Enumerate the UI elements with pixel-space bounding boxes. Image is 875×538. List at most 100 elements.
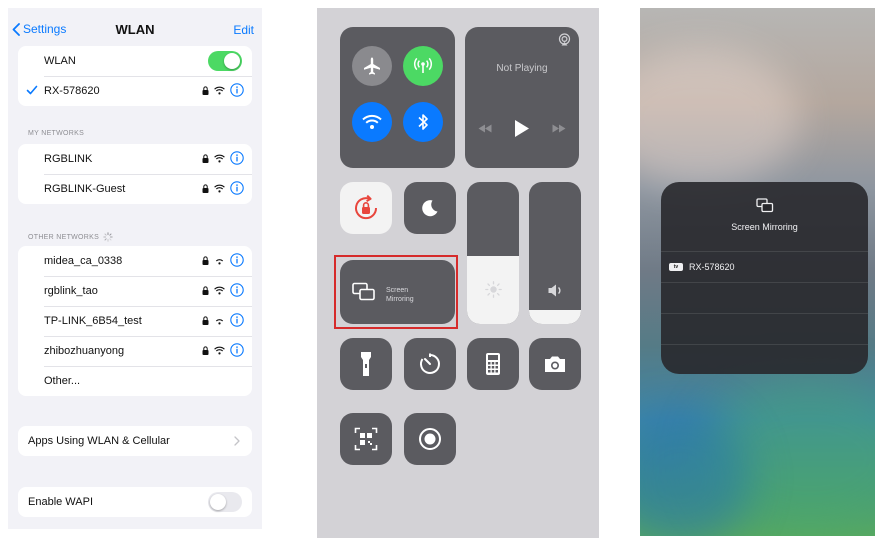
lock-icon xyxy=(202,255,209,265)
apps-using-wlan-row[interactable]: Apps Using WLAN & Cellular xyxy=(18,426,252,456)
airplay-audio-icon[interactable] xyxy=(558,33,571,46)
screen-mirroring-highlight-box xyxy=(334,255,458,329)
back-button[interactable]: Settings xyxy=(12,22,66,36)
calculator-button[interactable] xyxy=(467,338,519,390)
network-row[interactable]: TP-LINK_6B54_test xyxy=(18,306,252,336)
screen-mirroring-dialog: Screen Mirroring tv RX-578620 xyxy=(661,182,868,374)
wifi-icon xyxy=(214,286,225,294)
brightness-slider[interactable] xyxy=(467,182,519,324)
network-icons xyxy=(202,313,244,327)
device-row-rx-578620[interactable]: tv RX-578620 xyxy=(661,252,868,282)
apple-tv-icon: tv xyxy=(669,263,683,271)
divider xyxy=(661,344,868,345)
other-networks-group: midea_ca_0338 rgblink_tao TP-LINK_6B54_t… xyxy=(18,246,252,396)
wifi-icon xyxy=(214,184,225,192)
network-row[interactable]: RGBLINK-Guest xyxy=(18,174,252,204)
info-icon[interactable] xyxy=(230,181,244,195)
info-icon[interactable] xyxy=(230,151,244,165)
flashlight-button[interactable] xyxy=(340,338,392,390)
edit-button[interactable]: Edit xyxy=(233,23,254,37)
wlan-settings-screen: Settings WLAN Edit WLAN RX-578620 MY NET… xyxy=(8,8,262,529)
toggle-knob xyxy=(224,53,240,69)
network-row[interactable]: zhibozhuanyong xyxy=(18,336,252,366)
network-icons xyxy=(202,343,244,357)
network-icons xyxy=(202,181,244,195)
dialog-title: Screen Mirroring xyxy=(731,222,798,232)
do-not-disturb-button[interactable] xyxy=(404,182,456,234)
camera-icon xyxy=(545,356,565,372)
network-name: RGBLINK xyxy=(44,153,93,165)
divider xyxy=(661,313,868,314)
wlan-group: WLAN RX-578620 xyxy=(18,46,252,106)
info-icon[interactable] xyxy=(230,283,244,297)
screen-mirroring-icon xyxy=(756,198,774,213)
flashlight-icon xyxy=(361,352,371,376)
device-name: RX-578620 xyxy=(689,262,735,272)
info-icon[interactable] xyxy=(230,83,244,97)
lock-icon xyxy=(202,183,209,193)
wifi-icon xyxy=(214,346,225,354)
airplane-mode-button[interactable] xyxy=(352,46,392,86)
network-name: midea_ca_0338 xyxy=(44,255,123,267)
my-networks-header-text: MY NETWORKS xyxy=(28,130,85,137)
wifi-icon xyxy=(362,114,382,129)
sun-icon xyxy=(485,281,502,298)
speaker-icon xyxy=(548,284,561,297)
back-button-label: Settings xyxy=(23,22,67,36)
my-networks-group: RGBLINK RGBLINK-Guest xyxy=(18,144,252,204)
wifi-icon xyxy=(214,86,225,94)
bluetooth-button[interactable] xyxy=(403,102,443,142)
wlan-toggle[interactable] xyxy=(208,51,242,71)
enable-wapi-row: Enable WAPI xyxy=(18,487,252,517)
network-icons xyxy=(202,151,244,165)
cellular-data-button[interactable] xyxy=(403,46,443,86)
calculator-icon xyxy=(486,353,500,375)
screen-recording-button[interactable] xyxy=(404,413,456,465)
background-blur xyxy=(640,48,800,188)
wifi-button[interactable] xyxy=(352,102,392,142)
divider xyxy=(661,282,868,283)
wlan-toggle-row: WLAN xyxy=(18,46,252,76)
network-name: TP-LINK_6B54_test xyxy=(44,315,142,327)
info-icon[interactable] xyxy=(230,343,244,357)
network-row[interactable]: rgblink_tao xyxy=(18,276,252,306)
lock-icon xyxy=(202,85,209,95)
rewind-icon[interactable] xyxy=(478,124,492,133)
timer-button[interactable] xyxy=(404,338,456,390)
lock-icon xyxy=(202,315,209,325)
camera-button[interactable] xyxy=(529,338,581,390)
orientation-lock-button[interactable] xyxy=(340,182,392,234)
other-networks-header: OTHER NETWORKS xyxy=(28,232,113,242)
network-icons xyxy=(202,283,244,297)
network-row[interactable]: midea_ca_0338 xyxy=(18,246,252,276)
wapi-toggle[interactable] xyxy=(208,492,242,512)
qr-code-scanner-button[interactable] xyxy=(340,413,392,465)
network-name: RGBLINK-Guest xyxy=(44,183,126,195)
info-icon[interactable] xyxy=(230,253,244,267)
screen-mirroring-screen: Screen Mirroring tv RX-578620 xyxy=(640,8,875,536)
network-name: rgblink_tao xyxy=(44,285,98,297)
now-playing-tile[interactable]: Not Playing xyxy=(465,27,579,168)
network-name: RX-578620 xyxy=(44,85,100,97)
network-icons xyxy=(202,83,244,97)
network-icons xyxy=(202,253,244,267)
connected-network-row[interactable]: RX-578620 xyxy=(18,76,252,106)
now-playing-status: Not Playing xyxy=(496,63,548,74)
loading-spinner-icon xyxy=(103,232,113,242)
play-icon[interactable] xyxy=(514,119,530,138)
volume-level-fill xyxy=(529,309,581,324)
fast-forward-icon[interactable] xyxy=(552,124,566,133)
orientation-lock-icon xyxy=(355,194,378,220)
info-icon[interactable] xyxy=(230,313,244,327)
bluetooth-icon xyxy=(418,114,428,130)
control-center-screen: Not Playing Screen Mirroring xyxy=(317,8,599,538)
volume-slider[interactable] xyxy=(529,182,581,324)
connectivity-tile xyxy=(340,27,455,168)
network-row[interactable]: RGBLINK xyxy=(18,144,252,174)
my-networks-header: MY NETWORKS xyxy=(28,130,84,137)
wifi-icon xyxy=(215,258,224,264)
checkmark-icon xyxy=(26,85,38,95)
chevron-left-icon xyxy=(12,22,20,36)
other-network-row[interactable]: Other... xyxy=(18,366,252,396)
wifi-icon xyxy=(215,318,224,324)
